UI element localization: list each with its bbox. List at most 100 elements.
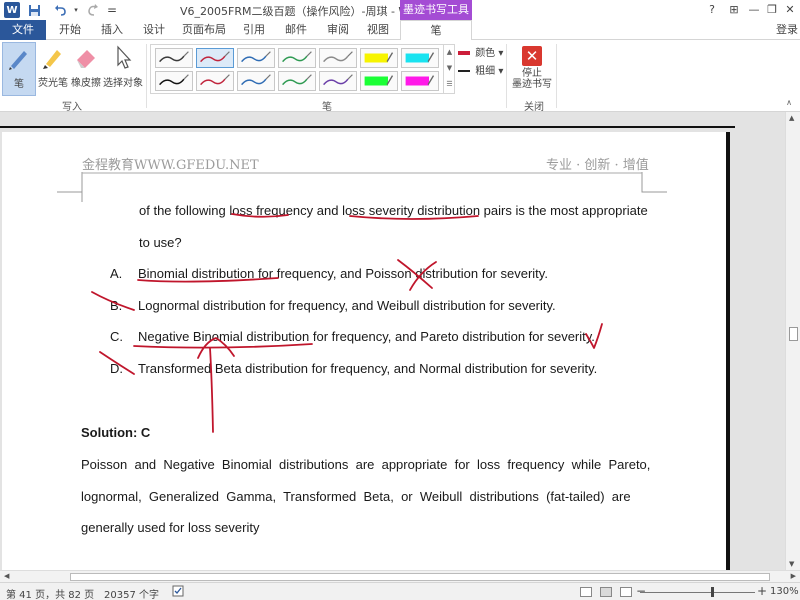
solution-label: Solution: C: [81, 425, 151, 440]
horizontal-scrollbar[interactable]: ◀ ▶: [0, 570, 800, 582]
highlighter-icon: [39, 44, 67, 72]
pen-swatch[interactable]: [155, 71, 193, 91]
pen-swatch[interactable]: [155, 48, 193, 68]
tab-pen[interactable]: 笔: [400, 20, 472, 41]
print-layout-icon[interactable]: [600, 587, 612, 597]
pen-tool-button[interactable]: 笔: [2, 42, 36, 96]
help-icon[interactable]: ?: [704, 2, 720, 18]
thickness-icon: [458, 70, 470, 72]
status-bar: 第 41 页，共 82 页 20357 个字 − + 130%: [0, 582, 800, 600]
eraser-tool-button[interactable]: 橡皮擦: [70, 42, 102, 96]
chevron-down-icon[interactable]: ▼: [444, 60, 455, 76]
pen-swatch[interactable]: [196, 71, 234, 91]
tab-view[interactable]: 视图: [360, 20, 396, 40]
tab-home[interactable]: 开始: [52, 20, 88, 40]
option-a-text: Binomial distribution for frequency, and…: [138, 266, 548, 281]
ribbon-display-options-icon[interactable]: ⊞: [726, 2, 742, 18]
pen-gallery: [150, 44, 455, 94]
word-app-icon[interactable]: W: [4, 2, 20, 18]
minimize-button[interactable]: —: [746, 2, 762, 18]
option-d-letter: D.: [110, 361, 123, 376]
undo-dropdown-icon[interactable]: ▾: [68, 2, 84, 18]
scroll-down-icon[interactable]: ▼: [789, 560, 794, 568]
gallery-scroll[interactable]: ▲ ▼ ☰: [443, 44, 455, 94]
word-count[interactable]: 20357 个字: [104, 586, 159, 600]
zoom-slider-thumb[interactable]: [711, 587, 715, 597]
group-divider: [556, 44, 557, 108]
scroll-up-icon[interactable]: ▲: [789, 114, 794, 122]
redo-icon[interactable]: [84, 2, 100, 18]
web-layout-icon[interactable]: [620, 587, 632, 597]
close-button[interactable]: ✕: [782, 2, 798, 18]
vertical-scrollbar[interactable]: ▲ ▼: [785, 112, 800, 570]
proofing-icon[interactable]: [172, 585, 186, 600]
highlighter-tool-button[interactable]: 荧光笔: [36, 42, 70, 96]
document-canvas[interactable]: 金程教育WWW.GFEDU.NET 专业 · 创新 · 增值 of the fo…: [0, 112, 785, 570]
eraser-tool-label: 橡皮擦: [71, 78, 101, 89]
zoom-in-button[interactable]: +: [757, 584, 767, 598]
pen-swatch[interactable]: [237, 48, 275, 68]
customize-toolbar-icon[interactable]: =: [104, 2, 120, 18]
highlighter-tool-label: 荧光笔: [38, 78, 68, 89]
pen-swatch[interactable]: [196, 48, 234, 68]
option-b-text: Lognormal distribution for frequency, an…: [138, 298, 556, 313]
pen-swatch[interactable]: [319, 48, 357, 68]
close-x-icon: ✕: [522, 46, 542, 66]
select-objects-button[interactable]: 选择对象: [103, 42, 143, 96]
title-bar: W ▾ = V6_2005FRM二级百题（操作风险）-周琪 - Word 墨迹书…: [0, 0, 800, 20]
scroll-right-icon[interactable]: ▶: [791, 572, 796, 580]
option-c-letter: C.: [110, 329, 123, 344]
ribbon-tabs: 文件 开始 插入 设计 页面布局 引用 邮件 审阅 视图 笔 登录: [0, 20, 800, 41]
option-c-text: Negative Binomial distribution for frequ…: [138, 329, 595, 344]
close-group-label: 关闭: [524, 102, 544, 113]
pen-swatch[interactable]: [319, 71, 357, 91]
solution-line-1: Poisson and Negative Binomial distributi…: [81, 457, 651, 472]
pen-swatch[interactable]: [237, 71, 275, 91]
hscroll-thumb[interactable]: [70, 573, 770, 581]
question-line-1: of the following loss frequency and loss…: [139, 203, 648, 218]
stop-inking-button[interactable]: ✕ 停止 墨迹书写: [510, 42, 554, 96]
tab-design[interactable]: 设计: [136, 20, 172, 40]
zoom-level[interactable]: 130%: [770, 586, 799, 597]
tab-review[interactable]: 审阅: [320, 20, 356, 40]
header-right: 专业 · 创新 · 增值: [546, 158, 649, 173]
page-count[interactable]: 第 41 页，共 82 页: [6, 586, 94, 600]
tab-mailings[interactable]: 邮件: [278, 20, 314, 40]
save-icon[interactable]: [26, 2, 42, 18]
group-divider: [506, 44, 507, 108]
tab-file[interactable]: 文件: [0, 20, 46, 40]
tab-page-layout[interactable]: 页面布局: [178, 20, 230, 40]
zoom-slider[interactable]: [640, 592, 755, 593]
write-group-label: 写入: [62, 102, 82, 113]
group-divider: [146, 44, 147, 108]
tab-references[interactable]: 引用: [236, 20, 272, 40]
highlighter-swatch[interactable]: [360, 48, 398, 68]
tab-insert[interactable]: 插入: [94, 20, 130, 40]
ribbon: 笔 荧光笔 橡皮擦 选择对象 写入 ▲ ▼ ☰ 颜色 ▾ 粗细 ▾ 笔 ✕ 停止…: [0, 40, 800, 113]
window-title: V6_2005FRM二级百题（操作风险）-周琪 - Word: [180, 5, 427, 18]
scroll-left-icon[interactable]: ◀: [4, 572, 9, 580]
restore-button[interactable]: ❐: [764, 2, 780, 18]
sign-in-link[interactable]: 登录: [776, 21, 798, 37]
pens-group-label: 笔: [322, 102, 332, 113]
pen-thickness-dropdown[interactable]: 粗细 ▾: [458, 62, 503, 77]
zoom-out-button[interactable]: −: [636, 584, 646, 598]
document-page[interactable]: 金程教育WWW.GFEDU.NET 专业 · 创新 · 增值 of the fo…: [2, 132, 730, 570]
collapse-ribbon-icon[interactable]: ∧: [786, 98, 792, 107]
highlighter-swatch[interactable]: [401, 48, 439, 68]
context-tab-title: 墨迹书写工具: [400, 0, 472, 20]
eraser-icon: [72, 44, 100, 72]
highlighter-swatch[interactable]: [360, 71, 398, 91]
read-mode-icon[interactable]: [580, 587, 592, 597]
solution-line-3: generally used for loss severity: [81, 520, 260, 535]
chevron-up-icon[interactable]: ▲: [444, 44, 455, 60]
header-left: 金程教育WWW.GFEDU.NET: [82, 158, 259, 173]
pen-swatch[interactable]: [278, 71, 316, 91]
gallery-more-icon[interactable]: ☰: [444, 76, 455, 92]
page-top-edge: [0, 126, 735, 130]
pen-color-dropdown[interactable]: 颜色 ▾: [458, 44, 503, 59]
undo-icon[interactable]: [52, 2, 68, 18]
highlighter-swatch[interactable]: [401, 71, 439, 91]
scroll-thumb[interactable]: [789, 327, 798, 341]
pen-swatch[interactable]: [278, 48, 316, 68]
